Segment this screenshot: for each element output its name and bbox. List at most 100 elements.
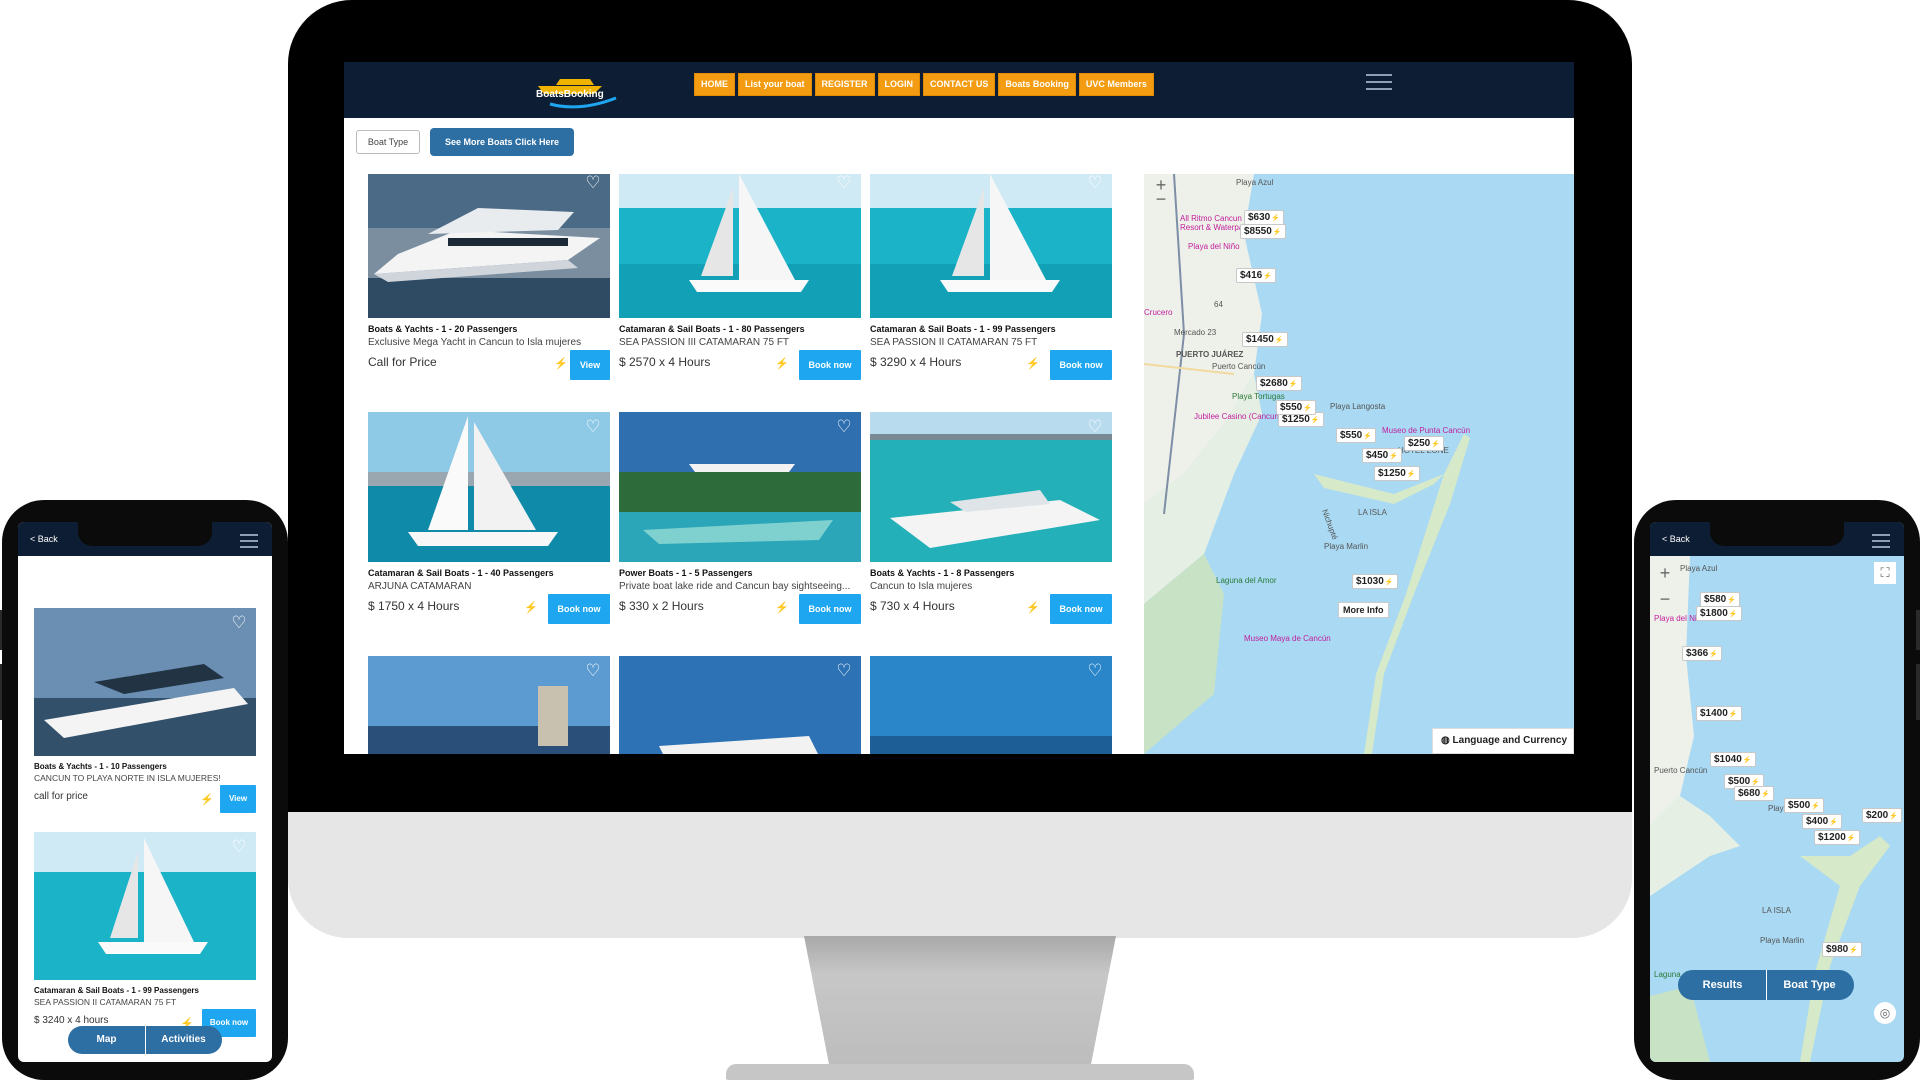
phone-notch: [78, 520, 212, 546]
boat-photo[interactable]: ♡: [870, 412, 1112, 562]
hamburger-menu-icon[interactable]: [240, 534, 258, 552]
book-now-button[interactable]: Book now: [548, 594, 610, 624]
nav-list-boat-button[interactable]: List your boat: [738, 73, 812, 96]
price-pin[interactable]: $366⚡: [1682, 646, 1722, 661]
favorite-heart-icon[interactable]: ♡: [835, 662, 853, 680]
price-pin[interactable]: $200⚡: [1862, 808, 1902, 823]
instant-book-bolt-icon: ⚡: [554, 358, 568, 370]
price-pin[interactable]: $1450⚡: [1242, 332, 1288, 347]
price-pin[interactable]: $416⚡: [1236, 268, 1276, 283]
hamburger-menu-icon[interactable]: [1872, 534, 1890, 552]
boat-card[interactable]: ♡: [368, 656, 610, 754]
zoom-in-button[interactable]: +: [1654, 562, 1676, 584]
price-pin[interactable]: $8550⚡: [1240, 224, 1286, 239]
boat-photo[interactable]: ♡: [34, 832, 256, 980]
nav-register-button[interactable]: REGISTER: [814, 73, 875, 96]
price-pin[interactable]: $680⚡: [1734, 786, 1774, 801]
map-label: LA ISLA: [1762, 906, 1791, 915]
map-tab[interactable]: Map: [69, 1026, 146, 1054]
boat-card[interactable]: ♡ Catamaran & Sail Boats - 1 - 99 Passen…: [34, 832, 256, 1039]
favorite-heart-icon[interactable]: ♡: [835, 174, 853, 192]
price-pin[interactable]: $630⚡: [1244, 210, 1284, 225]
price-pin[interactable]: $1400⚡: [1696, 706, 1742, 721]
boat-card[interactable]: ♡ Catamaran & Sail Boats - 1 - 80 Passen…: [619, 174, 861, 380]
nav-home-button[interactable]: HOME: [694, 73, 735, 96]
more-info-button[interactable]: More Info: [1338, 602, 1389, 618]
price-pin[interactable]: $250⚡: [1404, 436, 1444, 451]
see-more-boats-button[interactable]: See More Boats Click Here: [430, 128, 574, 156]
nav-boats-booking-button[interactable]: Boats Booking: [998, 73, 1076, 96]
boat-photo[interactable]: ♡: [619, 174, 861, 318]
price-pin[interactable]: $550⚡: [1336, 428, 1376, 443]
boat-photo[interactable]: ♡: [34, 608, 256, 756]
boat-photo[interactable]: ♡: [368, 656, 610, 754]
imac-chin: [288, 812, 1632, 938]
price-pin[interactable]: $1200⚡: [1814, 830, 1860, 845]
favorite-heart-icon[interactable]: ♡: [584, 662, 602, 680]
map-base-image: [1144, 174, 1474, 754]
site-logo[interactable]: BoatsBooking: [530, 68, 630, 110]
boat-photo[interactable]: ♡: [368, 174, 610, 318]
back-button[interactable]: < Back: [1662, 534, 1690, 544]
price-pin[interactable]: $580⚡: [1700, 592, 1740, 607]
zoom-out-button[interactable]: −: [1150, 188, 1172, 210]
price-pin[interactable]: $980⚡: [1822, 942, 1862, 957]
boat-card[interactable]: ♡ Catamaran & Sail Boats - 1 - 40 Passen…: [368, 412, 610, 624]
favorite-heart-icon[interactable]: ♡: [1086, 174, 1104, 192]
nav-uvc-members-button[interactable]: UVC Members: [1078, 73, 1154, 96]
hamburger-menu-icon[interactable]: [1366, 74, 1392, 95]
boats-map[interactable]: + − Playa Azul All Ritmo Cancun Resort &…: [1144, 174, 1574, 754]
boat-card[interactable]: ♡ Boats & Yachts - 1 - 10 Passengers CAN…: [34, 608, 256, 815]
favorite-heart-icon[interactable]: ♡: [584, 418, 602, 436]
nav-login-button[interactable]: LOGIN: [877, 73, 921, 96]
boat-photo[interactable]: ♡: [870, 656, 1112, 754]
favorite-heart-icon[interactable]: ♡: [584, 174, 602, 192]
price-pin[interactable]: $550⚡: [1276, 400, 1316, 415]
price-pin[interactable]: $450⚡: [1362, 448, 1402, 463]
boat-photo[interactable]: ♡: [619, 656, 861, 754]
boat-card[interactable]: ♡ Catamaran & Sail Boats - 1 - 99 Passen…: [870, 174, 1112, 380]
language-currency-button[interactable]: ◍ Language and Currency: [1432, 728, 1574, 754]
price-pin[interactable]: $1030⚡: [1352, 574, 1398, 589]
boat-category: Catamaran & Sail Boats - 1 - 99 Passenge…: [870, 324, 1056, 334]
boat-photo[interactable]: ♡: [619, 412, 861, 562]
favorite-heart-icon[interactable]: ♡: [1086, 662, 1104, 680]
boat-photo[interactable]: ♡: [870, 174, 1112, 318]
price-pin[interactable]: $2680⚡: [1256, 376, 1302, 391]
book-now-button[interactable]: Book now: [1050, 594, 1112, 624]
boat-category: Catamaran & Sail Boats - 1 - 80 Passenge…: [619, 324, 805, 334]
view-button[interactable]: View: [220, 785, 256, 813]
price-pin[interactable]: $1800⚡: [1696, 606, 1742, 621]
price-pin[interactable]: $400⚡: [1802, 814, 1842, 829]
book-now-button[interactable]: Book now: [1050, 350, 1112, 380]
activities-tab[interactable]: Activities: [146, 1026, 222, 1054]
boat-type-tab[interactable]: Boat Type: [1767, 970, 1853, 1000]
boat-card[interactable]: ♡: [870, 656, 1112, 754]
back-button[interactable]: < Back: [30, 534, 58, 544]
boat-card[interactable]: ♡: [619, 656, 861, 754]
results-tab[interactable]: Results: [1680, 970, 1767, 1000]
boat-card[interactable]: ♡ Boats & Yachts - 1 - 20 Passengers Exc…: [368, 174, 610, 380]
book-now-button[interactable]: Book now: [799, 594, 861, 624]
favorite-heart-icon[interactable]: ♡: [230, 614, 248, 632]
boat-photo[interactable]: ♡: [368, 412, 610, 562]
boat-name: Exclusive Mega Yacht in Cancun to Isla m…: [368, 337, 582, 348]
boat-type-filter[interactable]: Boat Type: [356, 130, 420, 154]
map-label: Playa Marlin: [1760, 936, 1805, 945]
fullscreen-icon[interactable]: ⛶: [1874, 562, 1896, 584]
zoom-out-button[interactable]: −: [1654, 588, 1676, 610]
boat-card[interactable]: ♡ Power Boats - 1 - 5 Passengers Private…: [619, 412, 861, 624]
favorite-heart-icon[interactable]: ♡: [230, 838, 248, 856]
price-pin[interactable]: $1040⚡: [1710, 752, 1756, 767]
price-pin[interactable]: $1250⚡: [1374, 466, 1420, 481]
book-now-button[interactable]: Book now: [799, 350, 861, 380]
view-button[interactable]: View: [570, 350, 610, 380]
map-label: Laguna del Amor: [1216, 576, 1277, 585]
price-pin[interactable]: $500⚡: [1784, 798, 1824, 813]
favorite-heart-icon[interactable]: ♡: [835, 418, 853, 436]
favorite-heart-icon[interactable]: ♡: [1086, 418, 1104, 436]
boat-price: $ 730 x 4 Hours: [870, 599, 955, 613]
nav-contact-button[interactable]: CONTACT US: [923, 73, 996, 96]
boat-card[interactable]: ♡ Boats & Yachts - 1 - 8 Passengers Canc…: [870, 412, 1112, 624]
locate-me-icon[interactable]: ◎: [1874, 1002, 1896, 1024]
